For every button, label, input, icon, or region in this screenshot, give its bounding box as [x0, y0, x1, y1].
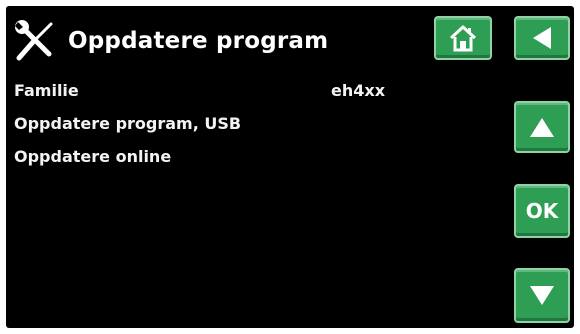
down-button[interactable]: [514, 268, 570, 323]
menu-item-update-online[interactable]: Oppdatere online: [14, 147, 171, 166]
familie-value: eh4xx: [331, 81, 386, 100]
home-icon: [449, 25, 477, 52]
display-screen: Oppdatere program Familie eh4xx Oppdater…: [6, 6, 574, 328]
down-arrow-icon: [530, 285, 554, 305]
home-button[interactable]: [434, 16, 492, 60]
up-arrow-icon: [530, 118, 554, 137]
back-button[interactable]: [514, 16, 570, 60]
ok-button[interactable]: OK: [514, 184, 570, 238]
menu-item-familie[interactable]: Familie: [14, 81, 79, 100]
menu-item-update-usb[interactable]: Oppdatere program, USB: [14, 114, 241, 133]
back-arrow-icon: [533, 27, 551, 49]
ok-label: OK: [525, 199, 559, 223]
page-title: Oppdatere program: [68, 28, 329, 54]
tools-icon: [15, 20, 53, 61]
up-button[interactable]: [514, 101, 570, 153]
